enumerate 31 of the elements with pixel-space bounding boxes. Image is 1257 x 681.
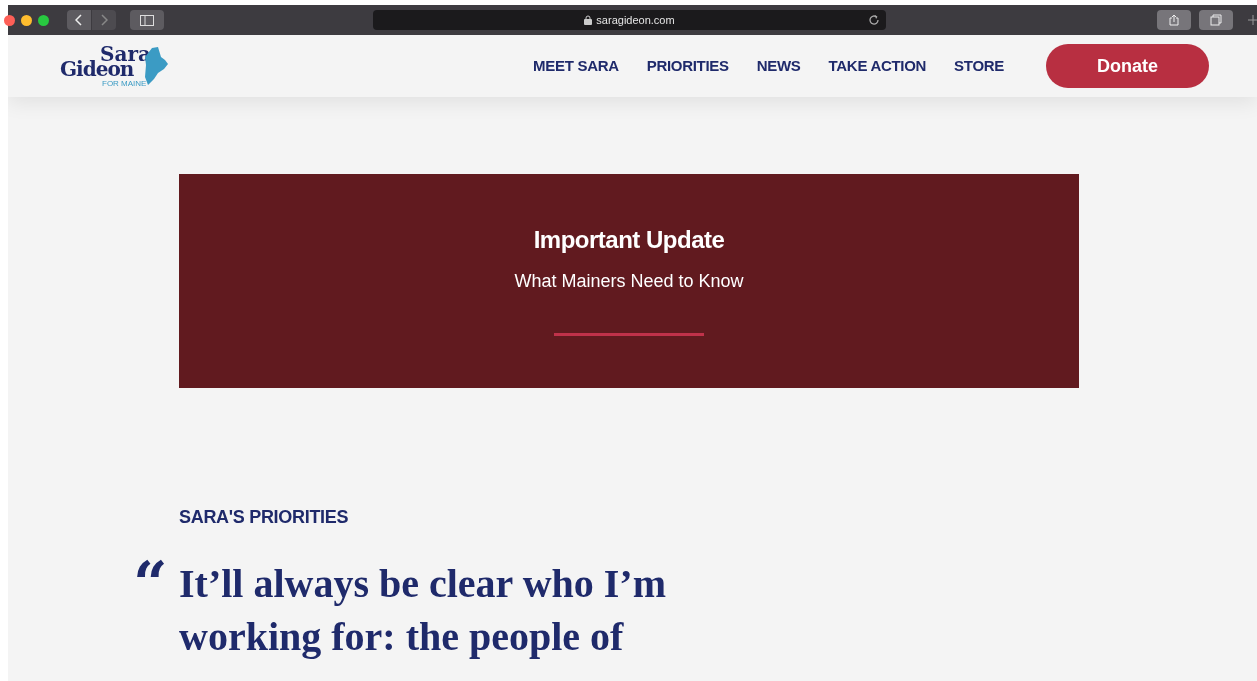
back-button[interactable] bbox=[67, 10, 91, 30]
close-window-icon[interactable] bbox=[4, 14, 15, 26]
nav-link[interactable]: MEET SARA bbox=[533, 54, 619, 78]
minimize-window-icon[interactable] bbox=[21, 14, 32, 26]
maximize-window-icon[interactable] bbox=[38, 14, 49, 26]
chevron-left-icon bbox=[75, 14, 83, 26]
nav-link[interactable]: STORE bbox=[954, 54, 1004, 78]
tabs-icon bbox=[1210, 14, 1222, 26]
nav-link[interactable]: TAKE ACTION bbox=[828, 54, 927, 78]
banner-title: Important Update bbox=[533, 225, 725, 255]
quote-mark: “ bbox=[133, 557, 169, 620]
update-banner[interactable]: Important Update What Mainers Need to Know bbox=[179, 174, 1079, 388]
logo-tagline: FOR MAINE bbox=[102, 79, 147, 88]
address-bar[interactable]: saragideon.com bbox=[373, 10, 886, 30]
reload-icon[interactable] bbox=[868, 14, 880, 26]
nav-link[interactable]: PRIORITIES bbox=[646, 54, 729, 78]
banner-subtitle: What Mainers Need to Know bbox=[514, 270, 744, 293]
plus-icon[interactable] bbox=[1248, 15, 1257, 25]
sidebar-icon bbox=[140, 14, 154, 26]
tabs-button[interactable] bbox=[1199, 10, 1233, 30]
section-heading: SARA'S PRIORITIES bbox=[179, 507, 349, 527]
share-icon bbox=[1169, 14, 1179, 26]
chevron-right-icon bbox=[100, 14, 108, 26]
nav-link[interactable]: NEWS bbox=[756, 54, 801, 78]
share-button[interactable] bbox=[1157, 10, 1191, 30]
lock-icon bbox=[584, 15, 593, 25]
donate-button[interactable]: Donate bbox=[1046, 44, 1209, 88]
logo-text: Gideon bbox=[60, 59, 134, 79]
priorities-quote: It’ll always be clear who I’m working for: the people of bbox=[179, 560, 667, 661]
sidebar-button[interactable] bbox=[130, 10, 164, 30]
url-text: saragideon.com bbox=[596, 12, 675, 28]
